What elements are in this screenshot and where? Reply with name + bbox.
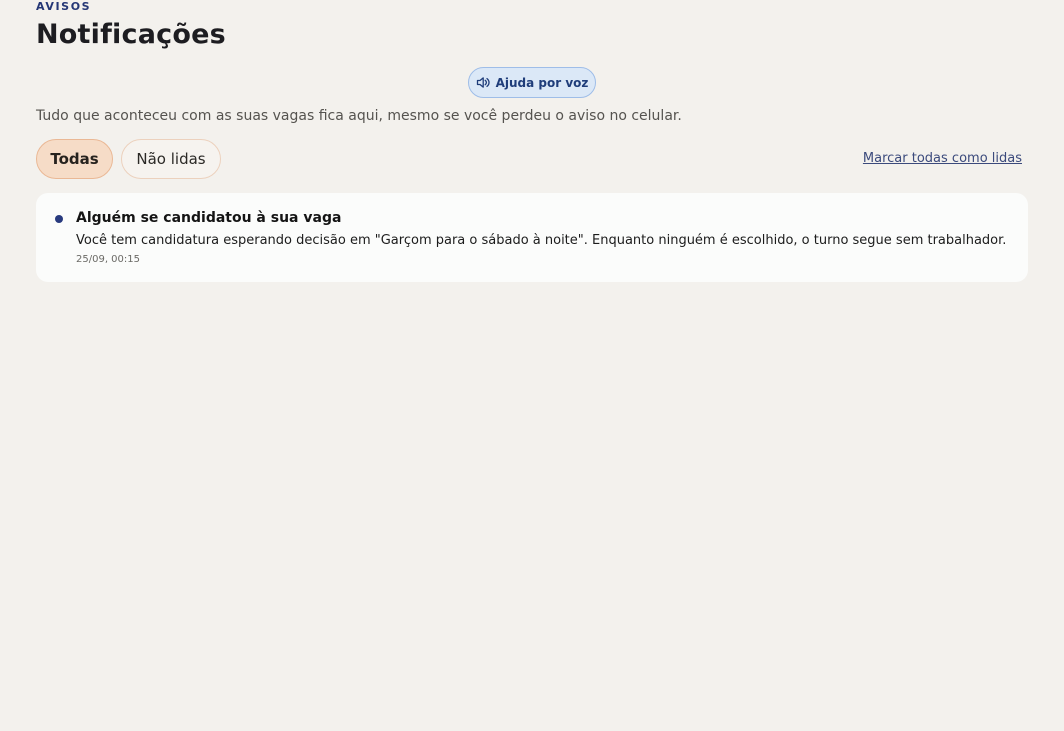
unread-indicator	[55, 215, 63, 223]
notification-body: Você tem candidatura esperando decisão e…	[76, 233, 1007, 248]
speaker-icon	[476, 76, 490, 89]
filter-unread-button[interactable]: Não lidas	[121, 139, 221, 179]
notification-item[interactable]: Alguém se candidatou à sua vaga Você tem…	[36, 193, 1028, 282]
notification-title: Alguém se candidatou à sua vaga	[76, 210, 342, 226]
page-subtitle: Tudo que aconteceu com as suas vagas fic…	[36, 108, 682, 124]
section-eyebrow: AVISOS	[36, 0, 92, 13]
voice-help-label: Ajuda por voz	[495, 75, 589, 90]
voice-help-button[interactable]: Ajuda por voz	[468, 67, 596, 98]
mark-all-read-link[interactable]: Marcar todas como lidas	[863, 151, 1022, 166]
notification-timestamp: 25/09, 00:15	[76, 254, 140, 265]
filter-all-button[interactable]: Todas	[36, 139, 113, 179]
page-title: Notificações	[36, 19, 226, 50]
